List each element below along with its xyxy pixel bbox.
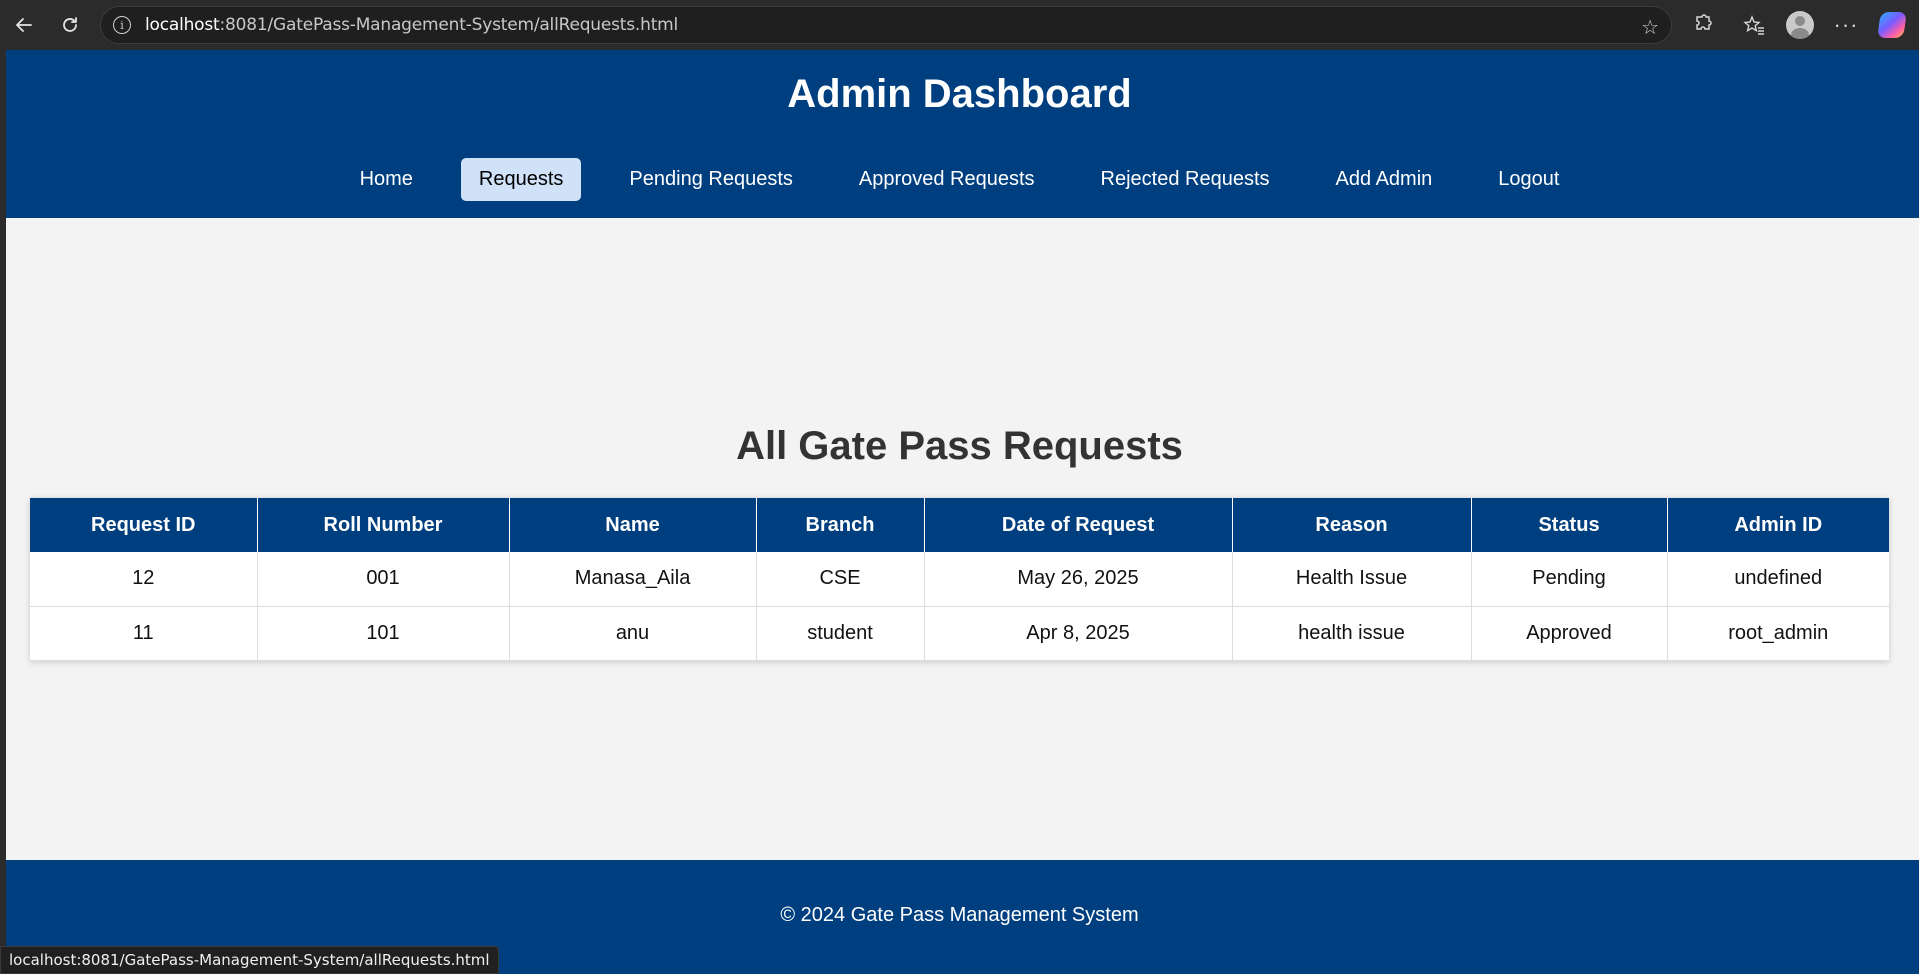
browser-toolbar: i localhost:8081/GatePass-Management-Sys… xyxy=(0,0,1919,50)
nav-add-admin[interactable]: Add Admin xyxy=(1318,158,1451,201)
cell-branch: student xyxy=(756,606,925,661)
nav-logout[interactable]: Logout xyxy=(1480,158,1577,201)
nav-pending-requests[interactable]: Pending Requests xyxy=(611,158,810,201)
nav-rejected-requests[interactable]: Rejected Requests xyxy=(1083,158,1288,201)
cell-request-id: 12 xyxy=(30,552,258,607)
admin-header: Admin Dashboard Home Requests Pending Re… xyxy=(6,50,1919,218)
cell-roll-number: 001 xyxy=(257,552,510,607)
cell-name: Manasa_Aila xyxy=(509,552,757,607)
column-header-reason: Reason xyxy=(1232,498,1472,552)
copilot-icon[interactable] xyxy=(1876,9,1908,41)
column-header-status: Status xyxy=(1471,498,1668,552)
cell-roll-number: 101 xyxy=(257,606,510,661)
back-button[interactable] xyxy=(8,9,40,41)
column-header-admin-id: Admin ID xyxy=(1667,498,1889,552)
cell-date: May 26, 2025 xyxy=(924,552,1233,607)
link-status-bar: localhost:8081/GatePass-Management-Syste… xyxy=(0,946,499,974)
cell-admin-id: undefined xyxy=(1667,552,1889,607)
url-text[interactable]: localhost:8081/GatePass-Management-Syste… xyxy=(145,15,678,35)
cell-reason: Health Issue xyxy=(1232,552,1472,607)
cell-name: anu xyxy=(509,606,757,661)
puzzle-icon[interactable] xyxy=(1686,9,1718,41)
section-title: All Gate Pass Requests xyxy=(736,424,1183,468)
table-header-row: Request ID Roll Number Name Branch Date … xyxy=(30,498,1889,552)
main-nav: Home Requests Pending Requests Approved … xyxy=(6,158,1913,201)
column-header-date: Date of Request xyxy=(924,498,1233,552)
column-header-request-id: Request ID xyxy=(30,498,258,552)
nav-approved-requests[interactable]: Approved Requests xyxy=(841,158,1053,201)
requests-table-container: Request ID Roll Number Name Branch Date … xyxy=(30,498,1889,661)
cell-status: Pending xyxy=(1471,552,1668,607)
more-icon[interactable]: ··· xyxy=(1830,9,1862,41)
column-header-branch: Branch xyxy=(756,498,925,552)
url-host: localhost xyxy=(145,15,220,35)
favorites-icon[interactable] xyxy=(1738,9,1770,41)
url-path: :8081/GatePass-Management-System/allRequ… xyxy=(219,15,679,35)
cell-branch: CSE xyxy=(756,552,925,607)
table-row: 11 101 anu student Apr 8, 2025 health is… xyxy=(30,606,1889,661)
requests-table: Request ID Roll Number Name Branch Date … xyxy=(30,498,1889,661)
address-bar[interactable]: i localhost:8081/GatePass-Management-Sys… xyxy=(100,6,1672,44)
star-icon[interactable]: ☆ xyxy=(1641,15,1659,40)
page-title: Admin Dashboard xyxy=(787,72,1132,116)
column-header-roll-number: Roll Number xyxy=(257,498,510,552)
page-viewport: Admin Dashboard Home Requests Pending Re… xyxy=(6,50,1919,974)
reload-button[interactable] xyxy=(54,9,86,41)
cell-status: Approved xyxy=(1471,606,1668,661)
column-header-name: Name xyxy=(509,498,757,552)
cell-admin-id: root_admin xyxy=(1667,606,1889,661)
info-icon[interactable]: i xyxy=(113,16,131,34)
footer-copyright: © 2024 Gate Pass Management System xyxy=(780,904,1139,926)
reload-icon xyxy=(63,17,77,32)
table-row: 12 001 Manasa_Aila CSE May 26, 2025 Heal… xyxy=(30,552,1889,607)
arrow-left-icon xyxy=(16,18,32,32)
cell-date: Apr 8, 2025 xyxy=(924,606,1233,661)
cell-reason: health issue xyxy=(1232,606,1472,661)
nav-requests[interactable]: Requests xyxy=(460,158,582,201)
avatar xyxy=(1786,11,1814,39)
nav-home[interactable]: Home xyxy=(342,158,431,201)
profile-icon[interactable] xyxy=(1784,9,1816,41)
cell-request-id: 11 xyxy=(30,606,258,661)
